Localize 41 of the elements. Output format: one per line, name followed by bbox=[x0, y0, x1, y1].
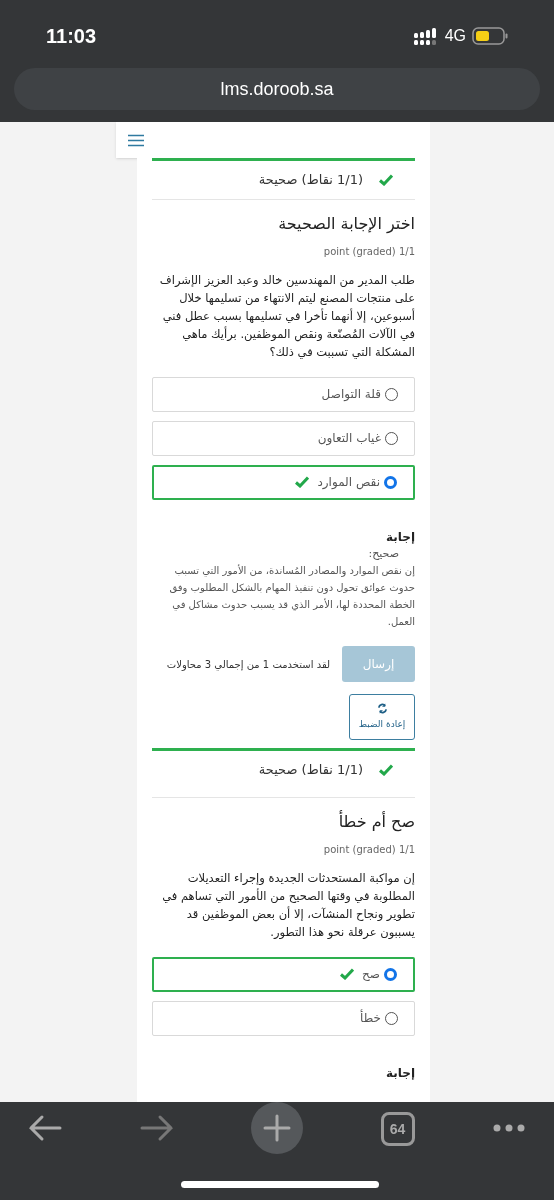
option-label: صح bbox=[362, 966, 380, 983]
question-title: اختر الإجابة الصحيحة bbox=[277, 212, 415, 235]
question-text: طلب المدير من المهندسين خالد وعبد العزيز الإشراف على منتجات المصنع ليتم الانتهاء من تسليمها خلال أسبوعين، إلا أنهما تأخرا في تسليمها بسبب عطل فني في الآلات المُصنّعة ونقص الموظفين. برأيك ماهي المشكلة التي تسببت في ذلك؟ bbox=[158, 271, 415, 361]
option-label: خطأ bbox=[360, 1009, 381, 1027]
option-label: نقص الموارد bbox=[317, 474, 380, 491]
signal-icon bbox=[413, 27, 439, 45]
forward-arrow-icon[interactable] bbox=[139, 1114, 174, 1142]
radio-button[interactable] bbox=[384, 967, 397, 981]
points-text: 1/1 point (graded) bbox=[322, 842, 415, 857]
network-label: 4G bbox=[444, 26, 466, 46]
reset-button[interactable]: إعادة الضبط bbox=[349, 694, 415, 740]
question-title: صح أم خطأ bbox=[337, 809, 415, 834]
plus-icon bbox=[263, 1114, 291, 1142]
back-arrow-icon[interactable] bbox=[28, 1114, 62, 1142]
score-text: (1/1 نقاط) صحيحة bbox=[258, 761, 363, 779]
answer-heading: إجابة bbox=[384, 1064, 415, 1082]
answer-option[interactable]: نقص الموارد bbox=[152, 464, 415, 500]
explanation-text: إن نقص الموارد والمصادر المُساندة، من الأمور التي تسبب حدوث عوائق تحول دون تنفيذ المهام بالشكل المطلوب وفق الخطة المحددة لها، الأمر الذي قد يسبب حدوث مشاكل في العمل. bbox=[168, 563, 415, 629]
answer-heading: إجابة bbox=[384, 528, 415, 546]
refresh-icon bbox=[376, 702, 388, 714]
option-label: غياب التعاون bbox=[317, 430, 381, 447]
answer-option[interactable]: غياب التعاون bbox=[152, 420, 415, 456]
answer-option[interactable]: قلة التواصل bbox=[152, 376, 415, 412]
battery-icon bbox=[472, 27, 508, 45]
address-bar[interactable]: lms.doroob.sa bbox=[14, 68, 540, 110]
tab-count-button[interactable]: 64 bbox=[380, 1112, 415, 1146]
answer-label: صحيح: bbox=[367, 545, 400, 562]
question-text: إن مواكبة المستحدثات الجديدة وإجراء التعديلات المطلوبة في وقتها الصحيح من الأمور التي تساهم في تطوير ونجاح المنشآت، إلا أن بعض الموظفين قد يسببون عرقلة نحو هذا التطور. bbox=[161, 869, 415, 941]
score-text: (1/1 نقاط) صحيحة bbox=[258, 171, 363, 189]
answer-option[interactable]: خطأ bbox=[152, 1000, 415, 1036]
attempts-text: لقد استخدمت 1 من إجمالي 3 محاولات bbox=[166, 657, 330, 672]
points-text: 1/1 point (graded) bbox=[322, 244, 415, 259]
status-time: 11:03 bbox=[46, 24, 97, 49]
check-icon bbox=[340, 968, 355, 980]
radio-button[interactable] bbox=[384, 475, 397, 489]
option-label: قلة التواصل bbox=[321, 386, 381, 403]
menu-icon[interactable] bbox=[128, 133, 144, 147]
url-text: lms.doroob.sa bbox=[220, 77, 334, 101]
new-tab-button[interactable] bbox=[251, 1102, 303, 1154]
answer-option[interactable]: صح bbox=[152, 956, 415, 992]
check-icon bbox=[295, 476, 310, 488]
